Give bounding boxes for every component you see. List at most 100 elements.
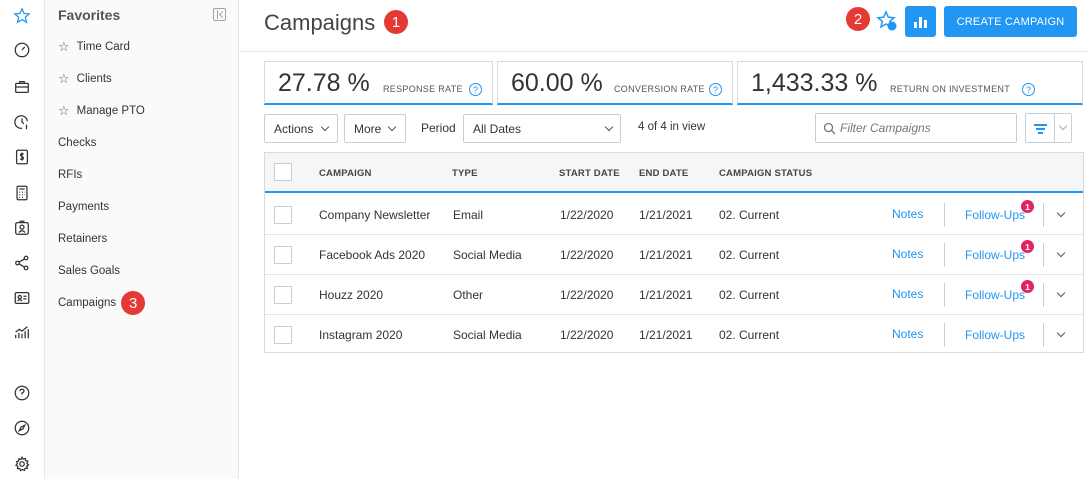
help-icon[interactable]: ?: [709, 83, 722, 96]
sidebar-item-payments[interactable]: Payments: [58, 197, 109, 217]
campaigns-table: CAMPAIGN TYPE START DATE END DATE CAMPAI…: [264, 152, 1084, 353]
period-label: Period: [421, 121, 456, 135]
metric-return-on-investment: 1,433.33 % RETURN ON INVESTMENT ?: [737, 61, 1083, 105]
campaign-type: Email: [453, 208, 484, 222]
campaign-type: Social Media: [453, 328, 522, 342]
campaign-status: 02. Current: [719, 288, 780, 302]
star-icon[interactable]: [12, 6, 32, 26]
sidebar-item-manage-pto[interactable]: ☆ Manage PTO: [58, 101, 145, 121]
settings-icon[interactable]: [12, 454, 32, 474]
sidebar-item-retainers[interactable]: Retainers: [58, 229, 107, 249]
help-icon[interactable]: ?: [469, 83, 482, 96]
sidebar-item-time-card[interactable]: ☆ Time Card: [58, 37, 130, 57]
clock-dollar-icon[interactable]: [12, 112, 32, 132]
follow-ups-link[interactable]: Follow-Ups: [965, 208, 1025, 222]
expand-row-chevron-icon[interactable]: [1056, 248, 1066, 258]
growth-chart-icon[interactable]: [12, 322, 32, 342]
row-checkbox[interactable]: [274, 206, 292, 224]
share-network-icon[interactable]: [12, 253, 32, 273]
annotation-badge-2: 2: [846, 7, 870, 31]
follow-ups-count-badge: 1: [1021, 240, 1034, 253]
sidebar-item-campaigns[interactable]: Campaigns 3: [58, 291, 146, 315]
search-input[interactable]: [840, 119, 1010, 137]
metric-conversion-rate: 60.00 % CONVERSION RATE ?: [497, 61, 733, 105]
sidebar-title: Favorites: [58, 7, 121, 23]
follow-ups-link[interactable]: Follow-Ups: [965, 328, 1025, 342]
follow-ups-count-badge: 1: [1021, 200, 1034, 213]
row-checkbox[interactable]: [274, 246, 292, 264]
follow-ups-link[interactable]: Follow-Ups: [965, 288, 1025, 302]
sidebar-item-rfis[interactable]: RFIs: [58, 165, 82, 185]
table-row[interactable]: Houzz 2020 Other 1/22/2020 1/21/2021 02.…: [265, 275, 1083, 315]
sidebar-item-sales-goals[interactable]: Sales Goals: [58, 261, 120, 281]
divider: [1043, 203, 1044, 227]
icon-rail: [0, 0, 45, 479]
follow-ups-link[interactable]: Follow-Ups: [965, 248, 1025, 262]
page-header: Campaigns 1 2 CREATE CAMPAIGN: [240, 0, 1088, 52]
gauge-icon[interactable]: [12, 40, 32, 60]
column-end-date[interactable]: END DATE: [639, 168, 688, 179]
campaign-name[interactable]: Facebook Ads 2020: [319, 248, 425, 262]
campaign-status: 02. Current: [719, 248, 780, 262]
notes-link[interactable]: Notes: [892, 287, 923, 301]
metric-value: 27.78 %: [278, 69, 370, 97]
table-row[interactable]: Instagram 2020 Social Media 1/22/2020 1/…: [265, 315, 1083, 352]
more-dropdown[interactable]: More: [344, 114, 406, 143]
actions-dropdown[interactable]: Actions: [264, 114, 338, 143]
actions-label: Actions: [274, 121, 314, 136]
collapse-sidebar-icon[interactable]: [213, 8, 226, 21]
filter-button[interactable]: [1025, 113, 1055, 143]
select-all-checkbox[interactable]: [274, 163, 292, 181]
chevron-down-icon: [1058, 121, 1068, 131]
help-icon[interactable]: ?: [1022, 83, 1035, 96]
dollar-document-icon[interactable]: [12, 147, 32, 167]
row-checkbox[interactable]: [274, 326, 292, 344]
in-view-count: 4 of 4 in view: [638, 121, 706, 133]
campaign-type: Social Media: [453, 248, 522, 262]
notes-link[interactable]: Notes: [892, 247, 923, 261]
contact-card-icon[interactable]: [12, 288, 32, 308]
divider: [1043, 323, 1044, 347]
campaign-name[interactable]: Houzz 2020: [319, 288, 383, 302]
end-date: 1/21/2021: [639, 328, 693, 342]
follow-ups-count-badge: 1: [1021, 280, 1034, 293]
row-checkbox[interactable]: [274, 286, 292, 304]
expand-row-chevron-icon[interactable]: [1056, 328, 1066, 338]
filter-options-dropdown[interactable]: [1055, 113, 1072, 143]
notes-link[interactable]: Notes: [892, 327, 923, 341]
table-row[interactable]: Facebook Ads 2020 Social Media 1/22/2020…: [265, 235, 1083, 275]
expand-row-chevron-icon[interactable]: [1056, 208, 1066, 218]
expand-row-chevron-icon[interactable]: [1056, 288, 1066, 298]
divider: [944, 283, 945, 307]
annotation-badge-1: 1: [384, 10, 408, 34]
main-content: Campaigns 1 2 CREATE CAMPAIGN 27.78 % RE…: [240, 0, 1088, 479]
notes-link[interactable]: Notes: [892, 207, 923, 221]
start-date: 1/22/2020: [560, 288, 614, 302]
chevron-down-icon: [320, 122, 330, 132]
chevron-down-icon: [604, 122, 614, 132]
period-select[interactable]: All Dates: [463, 114, 621, 143]
help-circle-icon[interactable]: [12, 383, 32, 403]
calculator-icon[interactable]: [12, 183, 32, 203]
column-start-date[interactable]: START DATE: [559, 168, 620, 179]
compass-icon[interactable]: [12, 418, 32, 438]
filter-campaigns-search[interactable]: [815, 113, 1017, 143]
sidebar-item-label: Campaigns: [58, 297, 117, 309]
sidebar-item-clients[interactable]: ☆ Clients: [58, 69, 112, 89]
divider: [1043, 243, 1044, 267]
briefcase-icon[interactable]: [12, 77, 32, 97]
column-campaign-status[interactable]: CAMPAIGN STATUS: [719, 168, 812, 179]
column-type[interactable]: TYPE: [452, 168, 478, 179]
campaign-name[interactable]: Instagram 2020: [319, 328, 402, 342]
campaign-name[interactable]: Company Newsletter: [319, 208, 430, 222]
divider: [944, 203, 945, 227]
metric-value: 1,433.33 %: [751, 69, 878, 97]
user-badge-icon[interactable]: [12, 218, 32, 238]
column-campaign[interactable]: CAMPAIGN: [319, 168, 372, 179]
more-label: More: [354, 121, 382, 136]
favorite-star-icon[interactable]: [876, 10, 898, 32]
chart-button[interactable]: [905, 6, 936, 37]
table-row[interactable]: Company Newsletter Email 1/22/2020 1/21/…: [265, 195, 1083, 235]
sidebar-item-checks[interactable]: Checks: [58, 133, 96, 153]
create-campaign-button[interactable]: CREATE CAMPAIGN: [944, 6, 1077, 37]
